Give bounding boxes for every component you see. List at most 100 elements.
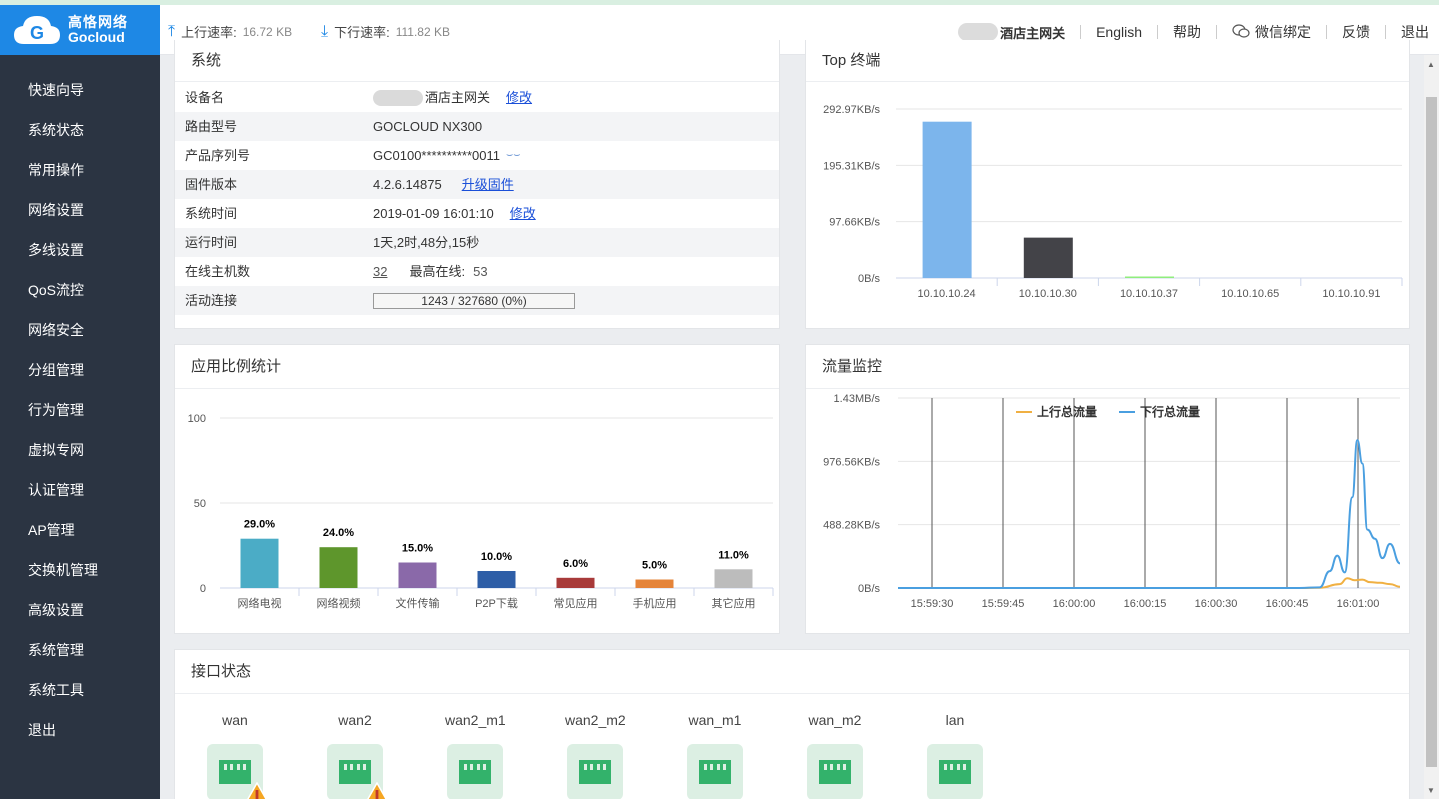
y-tick-label: 100 bbox=[188, 413, 206, 425]
sidebar-item-ap[interactable]: AP管理 bbox=[0, 510, 160, 550]
sidebar-item-network-settings[interactable]: 网络设置 bbox=[0, 190, 160, 230]
panel-title: 接口状态 bbox=[175, 650, 1409, 694]
ethernet-port-icon bbox=[807, 744, 863, 799]
x-tick-label: 文件传输 bbox=[396, 596, 440, 610]
wechat-bind-link[interactable]: 微信绑定 bbox=[1255, 22, 1311, 42]
data-label: 29.0% bbox=[244, 519, 275, 531]
upgrade-firmware-link[interactable]: 升级固件 bbox=[462, 170, 514, 199]
upload-rate-value: 16.72 KB bbox=[242, 24, 293, 39]
y-tick-label: 976.56KB/s bbox=[823, 456, 880, 468]
sidebar-item-behavior[interactable]: 行为管理 bbox=[0, 390, 160, 430]
help-link[interactable]: 帮助 bbox=[1173, 22, 1201, 42]
edit-time-link[interactable]: 修改 bbox=[510, 199, 536, 228]
blurred-prefix bbox=[958, 23, 999, 41]
y-tick-label: 292.97KB/s bbox=[823, 104, 880, 116]
bar bbox=[1125, 276, 1174, 278]
sidebar-item-common-ops[interactable]: 常用操作 bbox=[0, 150, 160, 190]
online-hosts-link[interactable]: 32 bbox=[373, 257, 387, 286]
sidebar-item-system-mgmt[interactable]: 系统管理 bbox=[0, 630, 160, 670]
interface-lan[interactable]: lan bbox=[925, 712, 985, 799]
bar bbox=[556, 577, 595, 588]
sidebar-item-tools[interactable]: 系统工具 bbox=[0, 670, 160, 710]
sidebar-item-groups[interactable]: 分组管理 bbox=[0, 350, 160, 390]
interface-name: lan bbox=[945, 712, 965, 728]
ethernet-port-icon bbox=[447, 744, 503, 799]
feedback-link[interactable]: 反馈 bbox=[1342, 22, 1370, 42]
app-ratio-panel: 应用比例统计 0 50 100 29.0% 网络电视 24.0% 网络视频 15.0% 文件传输… bbox=[174, 344, 780, 634]
logout-link[interactable]: 退出 bbox=[1401, 22, 1429, 42]
y-tick-label: 1.43MB/s bbox=[834, 393, 881, 405]
header-links: 酒店主网关 English 帮助 微信绑定 反馈 退出 bbox=[958, 22, 1429, 42]
table-row: 系统时间 2019-01-09 16:01:10 修改 bbox=[175, 199, 779, 228]
app-ratio-chart: 0 50 100 29.0% 网络电视 24.0% 网络视频 15.0% 文件传输 10.0% P2… bbox=[188, 413, 774, 610]
sidebar-item-auth[interactable]: 认证管理 bbox=[0, 470, 160, 510]
sidebar-item-multiline[interactable]: 多线设置 bbox=[0, 230, 160, 270]
data-label: 15.0% bbox=[402, 543, 433, 555]
interface-name: wan_m2 bbox=[808, 712, 862, 728]
x-tick-label: 10.10.10.24 bbox=[918, 288, 976, 300]
x-tick-label: 10.10.10.30 bbox=[1019, 288, 1077, 300]
data-label: 6.0% bbox=[563, 558, 588, 570]
legend-label: 下行总流量 bbox=[1140, 404, 1200, 419]
upload-rate-label: 上行速率: bbox=[181, 25, 237, 40]
svg-text:G: G bbox=[30, 23, 44, 43]
x-tick-label: P2P下载 bbox=[475, 597, 518, 610]
interface-wan-m1[interactable]: wan_m1 bbox=[685, 712, 745, 799]
logo[interactable]: G 高恪网络 Gocloud bbox=[0, 5, 160, 55]
bar bbox=[477, 571, 516, 588]
sidebar-item-security[interactable]: 网络安全 bbox=[0, 310, 160, 350]
interface-wan2-m2[interactable]: wan2_m2 bbox=[565, 712, 626, 799]
interface-wan2[interactable]: wan2 bbox=[325, 712, 387, 799]
english-link[interactable]: English bbox=[1096, 24, 1142, 40]
system-info-table: 设备名 酒店主网关 修改 路由型号 GOCLOUD NX300 产品序列号 GC0… bbox=[175, 83, 779, 315]
sidebar-item-switch[interactable]: 交换机管理 bbox=[0, 550, 160, 590]
x-tick-label: 15:59:45 bbox=[982, 598, 1025, 610]
interface-name: wan bbox=[222, 712, 248, 728]
x-tick-label: 网络电视 bbox=[238, 596, 282, 610]
bar bbox=[319, 547, 358, 588]
x-tick-label: 16:01:00 bbox=[1337, 598, 1380, 610]
system-panel: 系统 设备名 酒店主网关 修改 路由型号 GOCLOUD NX300 产品序列号 … bbox=[174, 40, 780, 329]
page-scrollbar[interactable]: ▲ ▼ bbox=[1424, 55, 1439, 799]
x-tick-label: 16:00:15 bbox=[1124, 598, 1167, 610]
ethernet-port-icon bbox=[207, 744, 267, 799]
x-tick-label: 16:00:45 bbox=[1266, 598, 1309, 610]
interface-name: wan2_m2 bbox=[565, 712, 626, 728]
interface-wan2-m1[interactable]: wan2_m1 bbox=[445, 712, 506, 799]
ethernet-port-icon bbox=[327, 744, 387, 799]
download-rate-value: 111.82 KB bbox=[395, 24, 450, 39]
bar bbox=[1023, 237, 1073, 278]
traffic-panel: 流量监控 0B/s 488.28KB/s 976.56KB/s 1.43MB/s 15:… bbox=[805, 344, 1410, 634]
sidebar-item-vpn[interactable]: 虚拟专网 bbox=[0, 430, 160, 470]
edit-device-name-link[interactable]: 修改 bbox=[506, 83, 532, 112]
interface-panel: 接口状态 wan wan2 wan2_m1 wan2_m2 wan_m1 wan_m2 la… bbox=[174, 649, 1410, 799]
download-rate: ⤓ 下行速率: 111.82 KB bbox=[321, 22, 450, 41]
data-label: 11.0% bbox=[718, 549, 749, 561]
panel-title: Top 终端 bbox=[806, 40, 1409, 82]
scroll-down-icon[interactable]: ▼ bbox=[1427, 786, 1435, 795]
y-tick-label: 0B/s bbox=[858, 583, 881, 595]
table-row: 产品序列号 GC0100**********0011 ⌣⌣ bbox=[175, 141, 779, 170]
sidebar-item-system-status[interactable]: 系统状态 bbox=[0, 110, 160, 150]
x-tick-label: 其它应用 bbox=[712, 596, 756, 610]
data-label: 24.0% bbox=[323, 527, 354, 539]
cloud-logo-icon: G bbox=[12, 13, 62, 47]
sidebar-item-advanced[interactable]: 高级设置 bbox=[0, 590, 160, 630]
top-terminal-panel: Top 终端 0B/s 97.66KB/s 195.31KB/s 292.97KB/s… bbox=[805, 40, 1410, 329]
table-row: 在线主机数 32 最高在线: 53 bbox=[175, 257, 779, 286]
y-tick-label: 0B/s bbox=[858, 273, 881, 285]
eye-closed-icon[interactable]: ⌣⌣ bbox=[506, 141, 520, 170]
series-line bbox=[898, 439, 1401, 589]
sidebar-item-logout[interactable]: 退出 bbox=[0, 710, 160, 750]
bar bbox=[922, 121, 972, 278]
data-label: 5.0% bbox=[642, 560, 667, 572]
sidebar-item-quick-guide[interactable]: 快速向导 bbox=[0, 70, 160, 110]
interface-wan-m2[interactable]: wan_m2 bbox=[805, 712, 865, 799]
sidebar-item-qos[interactable]: QoS流控 bbox=[0, 270, 160, 310]
ethernet-port-icon bbox=[687, 744, 743, 799]
ethernet-port-icon bbox=[567, 744, 623, 799]
scroll-up-icon[interactable]: ▲ bbox=[1427, 60, 1435, 69]
scroll-thumb[interactable] bbox=[1426, 97, 1437, 767]
y-tick-label: 195.31KB/s bbox=[823, 160, 880, 172]
interface-wan[interactable]: wan bbox=[205, 712, 267, 799]
